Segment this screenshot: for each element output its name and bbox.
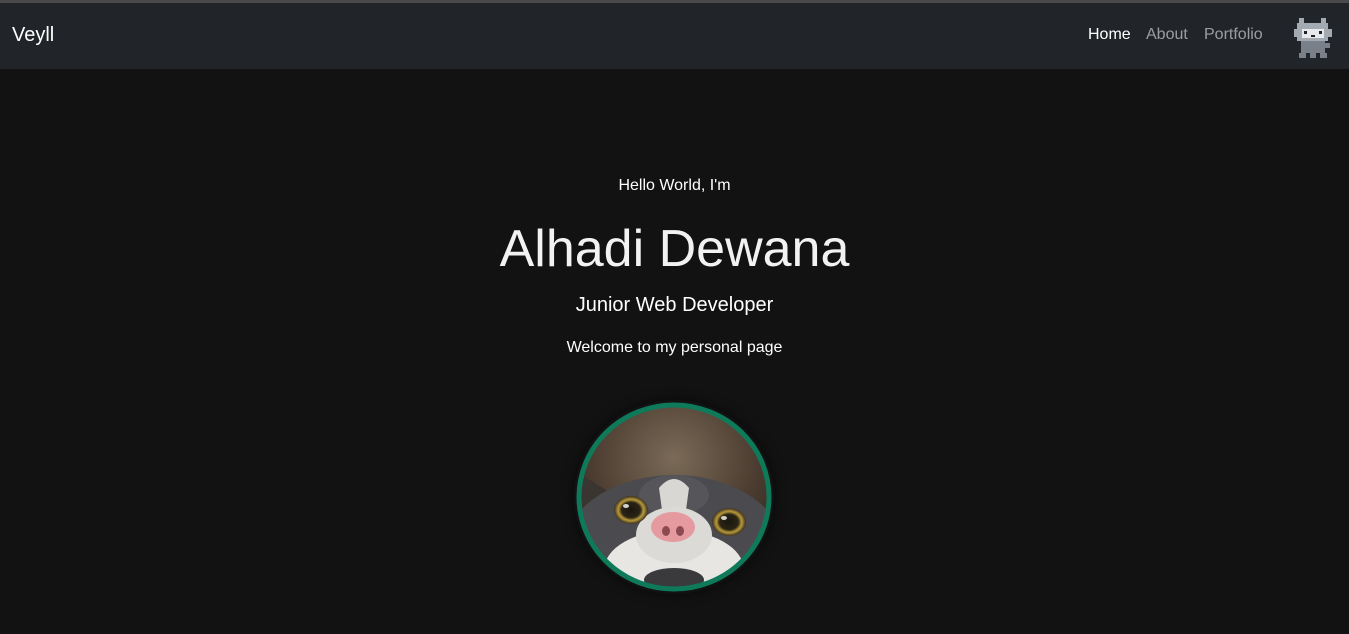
brand-link[interactable]: Veyll (12, 24, 54, 47)
hero-section: Hello World, I'm Alhadi Dewana Junior We… (0, 69, 1349, 634)
pixel-cat-icon[interactable] (1290, 12, 1336, 60)
cat-photo-avatar (576, 402, 772, 592)
nav-link-portfolio[interactable]: Portfolio (1204, 26, 1263, 44)
welcome-text: Welcome to my personal page (566, 339, 783, 356)
nav-link-about[interactable]: About (1146, 26, 1188, 44)
person-name: Alhadi Dewana (499, 220, 850, 278)
greeting-text: Hello World, I'm (618, 177, 731, 194)
nav-link-home[interactable]: Home (1088, 26, 1131, 44)
navbar: Veyll Home About Portfolio (0, 3, 1349, 69)
role-subtitle: Junior Web Developer (575, 294, 774, 316)
